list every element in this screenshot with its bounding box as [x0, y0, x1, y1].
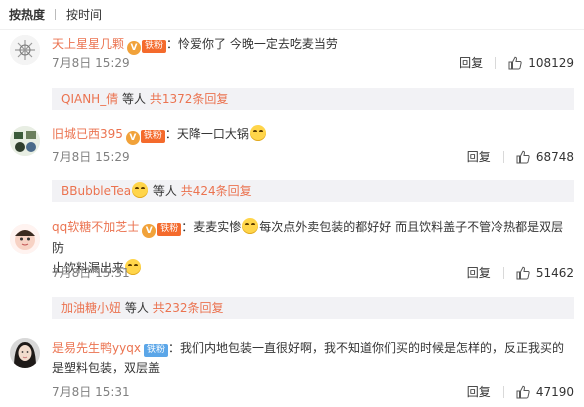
sort-bar: 按热度 按时间: [0, 0, 584, 30]
like-button[interactable]: 68748: [516, 148, 574, 166]
comment-time: 7月8日 15:29: [52, 56, 130, 70]
like-count: 47190: [535, 385, 574, 399]
comment-item: 是易先生鸭yyqx 铁粉 ：我们内地包装一直很好啊，我不知道你们买的时候是怎样的，反…: [0, 332, 584, 407]
comment-username[interactable]: qq软糖不加芝士: [52, 220, 139, 234]
like-count: 51462: [535, 266, 574, 280]
comment-username[interactable]: 旧城已西395: [52, 127, 123, 141]
sub-reply-username[interactable]: 加油糖小妞: [61, 301, 121, 315]
comment-item: qq软糖不加芝士 V 铁粉 ：麦麦实惨 每次点外卖包装的都好好 而且饮料盖子不管冷热都是…: [0, 210, 584, 322]
comment-time: 7月8日 15:31: [52, 385, 130, 399]
sort-by-time-tab[interactable]: 按时间: [66, 6, 102, 23]
thumbs-up-icon: [516, 150, 530, 164]
comment-text-continued: 是塑料包装，双层盖: [52, 361, 161, 375]
sub-reply-summary: BBubbleTea 等人 共424条回复: [52, 180, 574, 202]
fan-badge: 铁粉: [143, 344, 168, 357]
comment-item: 旧城已西395 V 铁粉 ：天降一口大锅 7月8日 15:29 回复 68748 BB…: [0, 118, 584, 208]
comment-text: ：我们内地包装一直很好啊，我不知道你们买的时候是怎样的，反正我买的: [167, 341, 564, 355]
comment-username[interactable]: 是易先生鸭yyqx: [52, 341, 141, 355]
like-count: 108129: [528, 56, 574, 70]
fan-badge: 铁粉: [157, 223, 182, 236]
thumbs-up-icon: [516, 385, 530, 399]
sub-reply-username[interactable]: BBubbleTea: [61, 184, 131, 198]
reply-button[interactable]: 回复: [467, 264, 491, 282]
comment-text: ：麦麦实惨: [181, 220, 242, 234]
like-button[interactable]: 108129: [508, 54, 574, 72]
divider: [502, 151, 504, 163]
reply-button[interactable]: 回复: [459, 54, 483, 72]
fan-badge: 铁粉: [142, 40, 167, 53]
laugh-cry-emoji-icon: [242, 218, 259, 234]
divider: [502, 267, 504, 279]
sub-reply-others: 等人: [118, 92, 150, 106]
sub-reply-others: 等人: [121, 301, 153, 315]
vip-icon: V: [125, 131, 140, 145]
avatar[interactable]: [10, 126, 40, 156]
view-replies-link[interactable]: 共232条回复: [153, 301, 224, 315]
divider: [55, 9, 57, 20]
comment-text: ：天降一口大锅: [164, 127, 249, 141]
laugh-cry-emoji-icon: [132, 182, 149, 198]
like-button[interactable]: 47190: [516, 383, 574, 401]
avatar[interactable]: [10, 224, 40, 254]
view-replies-link[interactable]: 共1372条回复: [150, 92, 229, 106]
sort-by-hot-tab[interactable]: 按热度: [9, 6, 45, 23]
divider: [502, 386, 504, 398]
reply-button[interactable]: 回复: [467, 148, 491, 166]
sub-reply-username[interactable]: QIANH_倩: [61, 92, 118, 106]
view-replies-link[interactable]: 共424条回复: [181, 184, 252, 198]
comment-time: 7月8日 15:29: [52, 150, 130, 164]
comment-text: ：怜爱你了 今晚一定去吃麦当劳: [166, 37, 338, 51]
fan-badge: 铁粉: [140, 130, 165, 143]
avatar[interactable]: [10, 35, 40, 65]
laugh-cry-emoji-icon: [249, 125, 266, 141]
comment-time: 7月8日 15:31: [52, 266, 130, 280]
thumbs-up-icon: [508, 56, 522, 70]
thumbs-up-icon: [516, 266, 530, 280]
reply-button[interactable]: 回复: [467, 383, 491, 401]
divider: [495, 57, 497, 69]
comment-item: 天上星星几颗 V 铁粉 ：怜爱你了 今晚一定去吃麦当劳 7月8日 15:29 回复 1…: [0, 30, 584, 116]
like-button[interactable]: 51462: [516, 264, 574, 282]
sub-reply-others: 等人: [149, 184, 181, 198]
sub-reply-summary: QIANH_倩 等人 共1372条回复: [52, 88, 574, 110]
like-count: 68748: [535, 150, 574, 164]
comment-username[interactable]: 天上星星几颗: [52, 37, 124, 51]
avatar[interactable]: [10, 338, 40, 368]
vip-icon: V: [142, 224, 157, 238]
sub-reply-summary: 加油糖小妞 等人 共232条回复: [52, 297, 574, 319]
vip-icon: V: [127, 41, 142, 55]
